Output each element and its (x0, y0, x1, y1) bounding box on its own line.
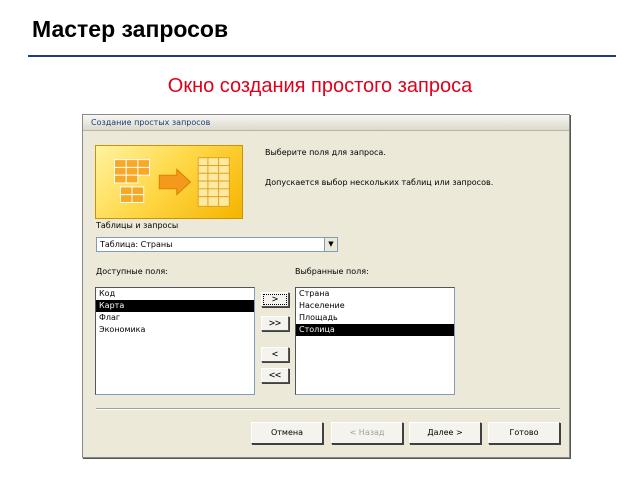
tables-queries-value: Таблица: Страны (100, 240, 173, 249)
selected-fields-list[interactable]: Страна Население Площадь Столица (295, 287, 455, 395)
instruction-text: Выберите поля для запроса. (265, 148, 386, 157)
list-item[interactable]: Флаг (96, 312, 254, 324)
available-fields-label: Доступные поля: (96, 267, 168, 276)
dropdown-arrow-icon[interactable]: ▼ (324, 238, 337, 251)
add-field-button[interactable]: > (261, 292, 289, 307)
table-to-table-icon (95, 145, 243, 219)
dialog-title: Создание простых запросов (83, 115, 569, 131)
selected-fields-label: Выбранные поля: (295, 267, 369, 276)
list-item[interactable]: Площадь (296, 312, 454, 324)
list-item[interactable]: Код (96, 288, 254, 300)
simple-query-wizard-dialog: Создание простых запросов Выберите поля … (82, 114, 570, 458)
list-item[interactable]: Столица (296, 324, 454, 336)
available-fields-list[interactable]: Код Карта Флаг Экономика (95, 287, 255, 395)
instruction-note: Допускается выбор нескольких таблиц или … (265, 178, 494, 187)
list-item[interactable]: Карта (96, 300, 254, 312)
slide-subtitle: Окно создания простого запроса (167, 75, 473, 97)
footer-divider (96, 408, 560, 410)
slide-title: Мастер запросов (32, 16, 229, 42)
finish-button[interactable]: Готово (488, 422, 560, 444)
remove-field-button[interactable]: < (261, 347, 289, 362)
list-item[interactable]: Экономика (96, 324, 254, 336)
list-item[interactable]: Страна (296, 288, 454, 300)
back-button[interactable]: < Назад (331, 422, 403, 444)
title-divider (28, 55, 616, 57)
list-item[interactable]: Население (296, 300, 454, 312)
add-all-fields-button[interactable]: >> (261, 316, 289, 331)
cancel-button[interactable]: Отмена (251, 422, 323, 444)
next-button[interactable]: Далее > (409, 422, 481, 444)
remove-all-fields-button[interactable]: << (261, 368, 289, 383)
tables-queries-select[interactable]: Таблица: Страны ▼ (96, 237, 338, 252)
tables-queries-label: Таблицы и запросы (96, 221, 179, 230)
